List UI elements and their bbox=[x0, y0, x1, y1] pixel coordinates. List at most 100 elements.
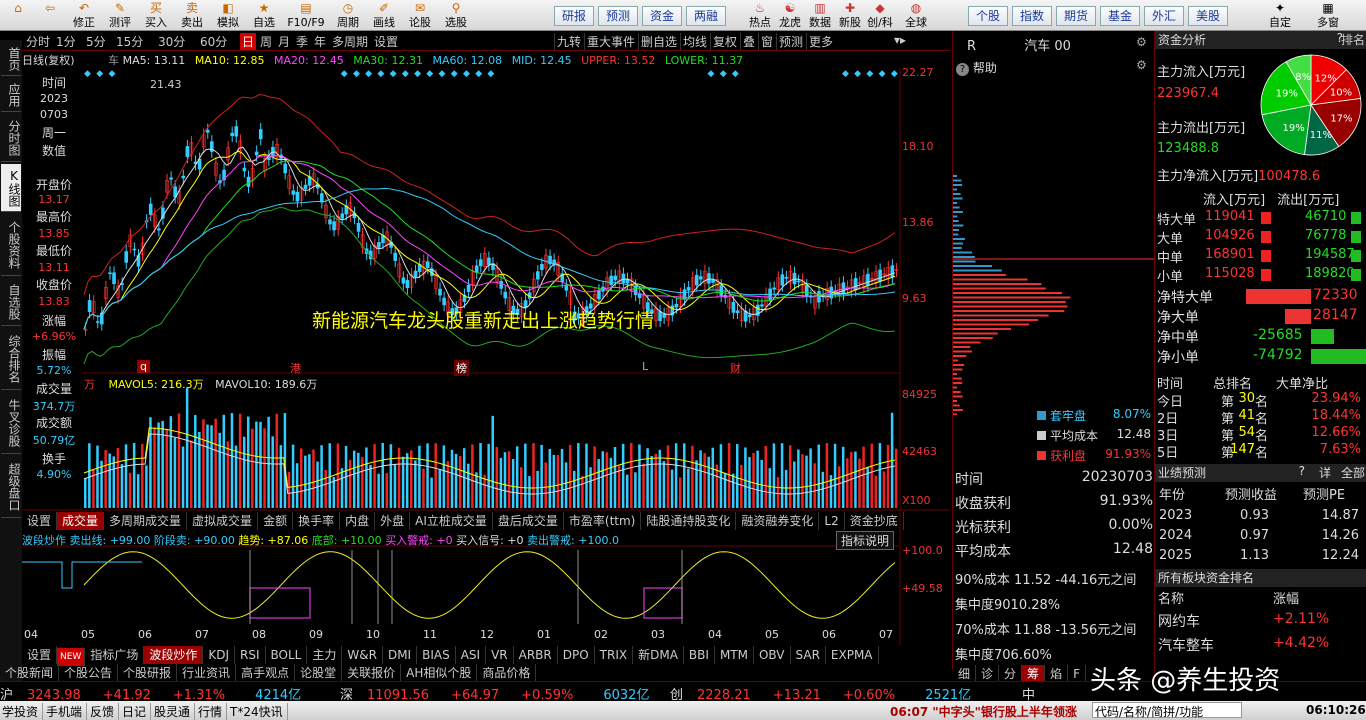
market-tab-5[interactable]: 美股 bbox=[1188, 6, 1228, 26]
period-2[interactable]: 5分 bbox=[84, 33, 108, 50]
period-0[interactable]: 分时 bbox=[24, 33, 52, 50]
bottom-tab-20[interactable]: SAR bbox=[791, 646, 826, 664]
bottom-tab-4[interactable]: KDJ bbox=[203, 646, 236, 664]
bottom-tab-3[interactable]: 波段炒作 bbox=[144, 646, 204, 664]
bottom-tab-8[interactable]: W&R bbox=[342, 646, 383, 664]
bottom-item-1[interactable]: 手机端 bbox=[46, 703, 88, 720]
ind-tab-7[interactable]: 外盘 bbox=[375, 512, 411, 530]
period-tool-0[interactable]: 九转 bbox=[554, 33, 583, 50]
ind-tab-11[interactable]: 陆股通持股变化 bbox=[641, 512, 737, 530]
kline-chart-area[interactable]: ◆ ◆ ◆ ◆ ◆ ◆ ◆ ◆ ◆ ◆ ◆ ◆ ◆ ◆ ◆ ◆ ◆ ◆ ◆ ◆ ◆ ◆ ◆ ◆ 时间 2023 0703 周一… bbox=[22, 66, 950, 648]
market-tab-2[interactable]: 期货 bbox=[1056, 6, 1096, 26]
ind-tab-1[interactable]: 成交量 bbox=[57, 512, 105, 530]
vtab-0[interactable]: 首页 bbox=[1, 42, 21, 76]
vtab-5[interactable]: 自选股 bbox=[1, 278, 21, 326]
market-tab-3[interactable]: 基金 bbox=[1100, 6, 1140, 26]
toolbar-clock-button[interactable]: ◷ 周期 bbox=[332, 0, 364, 31]
bottom-tab-5[interactable]: RSI bbox=[235, 646, 266, 664]
ind-tab-2[interactable]: 多周期成交量 bbox=[104, 512, 188, 530]
news-tab-8[interactable]: 商品价格 bbox=[477, 664, 537, 682]
vtab-4[interactable]: 个股资料 bbox=[1, 214, 21, 276]
period-tool-8[interactable]: 更多 bbox=[806, 33, 835, 50]
bottom-tab-10[interactable]: BIAS bbox=[417, 646, 456, 664]
mid-settings-icon-2[interactable]: ⚙ bbox=[1136, 58, 1147, 72]
bottom-tab-2[interactable]: 指标广场 bbox=[85, 646, 145, 664]
toolbar-far-0[interactable]: ✦ 自定 bbox=[1262, 0, 1298, 31]
toolbar-far-1[interactable]: ▦ 多窗 bbox=[1310, 0, 1346, 31]
period-5[interactable]: 60分 bbox=[198, 33, 229, 50]
forecast-help-button[interactable]: ? bbox=[1299, 464, 1305, 478]
toolbar-tab-1[interactable]: 预测 bbox=[598, 6, 638, 26]
bottom-tab-21[interactable]: EXPMA bbox=[826, 646, 879, 664]
bottom-item-0[interactable]: 学投资 bbox=[2, 703, 44, 720]
forecast-detail-button[interactable]: 详 bbox=[1319, 464, 1331, 481]
ind-tab-9[interactable]: 盘后成交量 bbox=[493, 512, 564, 530]
indicator-help-button[interactable]: 指标说明 bbox=[836, 531, 895, 550]
period-tool-4[interactable]: 复权 bbox=[710, 33, 739, 50]
bottom-tab-0[interactable]: 设置 bbox=[22, 646, 58, 664]
bottom-tab-11[interactable]: ASI bbox=[456, 646, 487, 664]
bottom-item-2[interactable]: 反馈 bbox=[90, 703, 120, 720]
ind-tab-0[interactable]: 设置 bbox=[22, 512, 58, 530]
vtab-7[interactable]: 牛叉诊股 bbox=[1, 392, 21, 454]
toolbar-chat-button[interactable]: ✉ 论股 bbox=[404, 0, 436, 31]
toolbar-dragon-button[interactable]: ☯ 龙虎 bbox=[774, 0, 806, 31]
bottom-item-5[interactable]: 行情 bbox=[198, 703, 228, 720]
period-7[interactable]: 周 bbox=[258, 33, 274, 50]
toolbar-sim-button[interactable]: ◧ 模拟 bbox=[212, 0, 244, 31]
toolbar-pen-button[interactable]: ✐ 画线 bbox=[368, 0, 400, 31]
vtab-6[interactable]: 综合排名 bbox=[1, 328, 21, 390]
toolbar-tab-0[interactable]: 研报 bbox=[554, 6, 594, 26]
news-tab-2[interactable]: 个股研报 bbox=[118, 664, 178, 682]
bottom-tab-9[interactable]: DMI bbox=[383, 646, 418, 664]
toolbar-new-button[interactable]: ✚ 新股 bbox=[834, 0, 866, 31]
ind-tab-8[interactable]: AI立桩成交量 bbox=[410, 512, 493, 530]
ind-tab-3[interactable]: 虚拟成交量 bbox=[187, 512, 259, 530]
market-tab-4[interactable]: 外汇 bbox=[1144, 6, 1184, 26]
news-tab-6[interactable]: 关联报价 bbox=[342, 664, 402, 682]
bottom-tab-17[interactable]: BBI bbox=[684, 646, 715, 664]
event-q[interactable]: q bbox=[137, 360, 150, 373]
fund-rank-button[interactable]: 排名 bbox=[1341, 31, 1365, 48]
toolbar-data-button[interactable]: ▥ 数据 bbox=[804, 0, 836, 31]
event-l[interactable]: L bbox=[642, 360, 648, 373]
period-4[interactable]: 30分 bbox=[156, 33, 187, 50]
toolbar-globe-button[interactable]: ◍ 全球 bbox=[900, 0, 932, 31]
toolbar-tab-3[interactable]: 两融 bbox=[686, 6, 726, 26]
toolbar-tab-2[interactable]: 资金 bbox=[642, 6, 682, 26]
news-tab-3[interactable]: 行业资讯 bbox=[177, 664, 237, 682]
toolbar-undo-button[interactable]: ↶ 修正 bbox=[68, 0, 100, 31]
period-6[interactable]: 日 bbox=[240, 33, 257, 50]
period-tool-3[interactable]: 均线 bbox=[680, 33, 709, 50]
toolbar-house-button[interactable]: ⌂ bbox=[4, 0, 32, 31]
mid-settings-icon[interactable]: ⚙ bbox=[1136, 35, 1147, 49]
bottom-tab-14[interactable]: DPO bbox=[558, 646, 595, 664]
news-tab-7[interactable]: AH相似个股 bbox=[401, 664, 478, 682]
search-box[interactable]: 代码/名称/简拼/功能 bbox=[1092, 702, 1242, 719]
period-tool-1[interactable]: 重大事件 bbox=[584, 33, 637, 50]
market-tab-1[interactable]: 指数 bbox=[1012, 6, 1052, 26]
period-9[interactable]: 季 bbox=[294, 33, 310, 50]
period-tool-7[interactable]: 预测 bbox=[776, 33, 805, 50]
kline-mode[interactable]: 日线(复权) bbox=[22, 54, 75, 67]
ind-tab-6[interactable]: 内盘 bbox=[340, 512, 376, 530]
vtab-8[interactable]: 超级盘口 bbox=[1, 456, 21, 518]
bottom-item-3[interactable]: 日记 bbox=[122, 703, 152, 720]
event-fin[interactable]: 财 bbox=[730, 360, 741, 376]
toolbar-star-button[interactable]: ★ 自选 bbox=[248, 0, 280, 31]
news-tab-4[interactable]: 高手观点 bbox=[236, 664, 296, 682]
bottom-item-6[interactable]: T*24快讯 bbox=[230, 703, 288, 720]
toolbar-f10-button[interactable]: ▤ F10/F9 bbox=[284, 0, 328, 31]
event-hk[interactable]: 港 bbox=[290, 360, 301, 376]
bottom-tab-19[interactable]: OBV bbox=[754, 646, 791, 664]
news-tab-5[interactable]: 论股堂 bbox=[295, 664, 343, 682]
period-12[interactable]: 设置 bbox=[372, 33, 400, 50]
news-tab-1[interactable]: 个股公告 bbox=[59, 664, 119, 682]
toolbar-chuang-button[interactable]: ◆ 创/科 bbox=[864, 0, 896, 31]
bottom-tab-6[interactable]: BOLL bbox=[266, 646, 308, 664]
period-8[interactable]: 月 bbox=[276, 33, 292, 50]
bottom-item-4[interactable]: 股灵通 bbox=[154, 703, 196, 720]
news-tab-0[interactable]: 个股新闻 bbox=[0, 664, 60, 682]
ind-tab-12[interactable]: 融资融券变化 bbox=[736, 512, 820, 530]
vtab-1[interactable]: 应用 bbox=[1, 78, 21, 112]
